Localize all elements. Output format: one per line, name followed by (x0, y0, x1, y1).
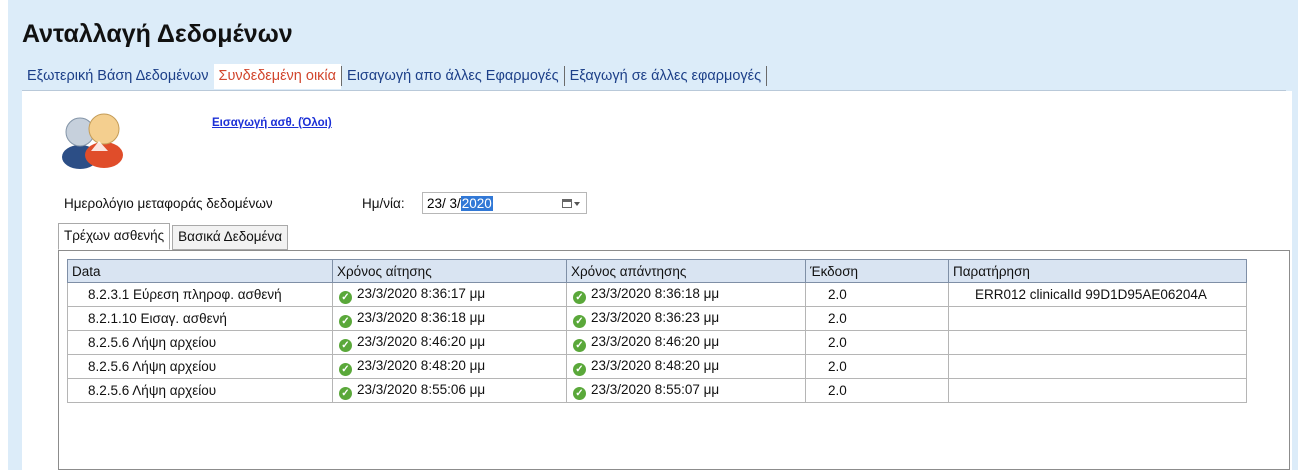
request-time-text: 23/3/2020 8:36:17 μμ (357, 285, 486, 301)
data-exchange-panel: Ανταλλαγή Δεδομένων Εξωτερική Βάση Δεδομ… (8, 0, 1298, 470)
response-time-text: 23/3/2020 8:55:07 μμ (591, 381, 720, 397)
column-header-request-time[interactable]: Χρόνος αίτησης (332, 259, 567, 283)
column-header-remark[interactable]: Παρατήρηση (948, 259, 1247, 283)
main-tabs: Εξωτερική Βάση Δεδομένων Συνδεδεμένη οικ… (22, 62, 1286, 91)
tab-divider (766, 66, 768, 86)
cell-data: 8.2.5.6 Λήψη αρχείου (67, 378, 333, 403)
cell-version: 2.0 (805, 330, 949, 355)
cell-response-time: ✓ 23/3/2020 8:55:07 μμ (566, 378, 806, 403)
date-day-month: 23/ 3/ (427, 195, 461, 211)
table-row[interactable]: 8.2.5.6 Λήψη αρχείου ✓ 23/3/2020 8:55:06 … (67, 378, 1247, 403)
cell-version: 2.0 (805, 354, 949, 379)
cell-remark (948, 378, 1247, 403)
check-circle-icon: ✓ (339, 362, 352, 376)
subtab-basic-data[interactable]: Βασικά Δεδομένα (172, 225, 289, 250)
cell-response-time: ✓ 23/3/2020 8:46:20 μμ (566, 330, 806, 355)
cell-remark: ERR012 clinicalId 99D1D95AE06204A (948, 282, 1247, 307)
date-label: Ημ/νία: (362, 196, 405, 211)
column-header-response-time[interactable]: Χρόνος απάντησης (566, 259, 806, 283)
table-header-row: Data Χρόνος αίτησης Χρόνος απάντησης Έκδ… (67, 259, 1247, 283)
transfer-log-table: Data Χρόνος αίτησης Χρόνος απάντησης Έκδ… (67, 259, 1247, 403)
users-icon (62, 113, 123, 169)
cell-data: 8.2.5.6 Λήψη αρχείου (67, 330, 333, 355)
column-header-version[interactable]: Έκδοση (805, 259, 949, 283)
cell-data: 8.2.3.1 Εύρεση πληροφ. ασθενή (67, 282, 333, 307)
cell-version: 2.0 (805, 306, 949, 331)
column-header-data[interactable]: Data (67, 259, 333, 283)
check-circle-icon: ✓ (573, 290, 586, 304)
response-time-text: 23/3/2020 8:36:18 μμ (591, 285, 720, 301)
cell-remark (948, 330, 1247, 355)
check-circle-icon: ✓ (573, 362, 586, 376)
cell-version: 2.0 (805, 378, 949, 403)
cell-response-time: ✓ 23/3/2020 8:36:18 μμ (566, 282, 806, 307)
page-title: Ανταλλαγή Δεδομένων (22, 20, 293, 48)
tab-export-other-apps[interactable]: Εξαγωγή σε άλλες εφαρμογές (565, 64, 767, 89)
cell-request-time: ✓ 23/3/2020 8:36:17 μμ (332, 282, 567, 307)
cell-remark (948, 354, 1247, 379)
cell-data: 8.2.5.6 Λήψη αρχείου (67, 354, 333, 379)
tab-connected-home[interactable]: Συνδεδεμένη οικία (213, 63, 342, 89)
calendar-icon (562, 199, 572, 208)
cell-response-time: ✓ 23/3/2020 8:36:23 μμ (566, 306, 806, 331)
table-row[interactable]: 8.2.5.6 Λήψη αρχείου ✓ 23/3/2020 8:48:20 … (67, 354, 1247, 379)
log-table-frame: Data Χρόνος αίτησης Χρόνος απάντησης Έκδ… (58, 250, 1290, 470)
cell-request-time: ✓ 23/3/2020 8:36:18 μμ (332, 306, 567, 331)
cell-request-time: ✓ 23/3/2020 8:46:20 μμ (332, 330, 567, 355)
cell-request-time: ✓ 23/3/2020 8:48:20 μμ (332, 354, 567, 379)
calendar-dropdown-icon[interactable] (560, 196, 582, 211)
date-picker-field[interactable]: 23/ 3/2020 (422, 192, 587, 214)
cell-remark (948, 306, 1247, 331)
request-time-text: 23/3/2020 8:36:18 μμ (357, 309, 486, 325)
table-row[interactable]: 8.2.5.6 Λήψη αρχείου ✓ 23/3/2020 8:46:20 … (67, 330, 1247, 355)
request-time-text: 23/3/2020 8:46:20 μμ (357, 333, 486, 349)
cell-version: 2.0 (805, 282, 949, 307)
tab-import-other-apps[interactable]: Εισαγωγή απο άλλες Εφαρμογές (342, 64, 564, 89)
check-circle-icon: ✓ (573, 338, 586, 352)
import-patients-link[interactable]: Εισαγωγή ασθ. (Όλοι) (212, 117, 332, 129)
cell-data: 8.2.1.10 Εισαγ. ασθενή (67, 306, 333, 331)
request-time-text: 23/3/2020 8:48:20 μμ (357, 357, 486, 373)
tab-content: Εισαγωγή ασθ. (Όλοι) Ημερολόγιο μεταφορά… (22, 91, 1292, 470)
response-time-text: 23/3/2020 8:36:23 μμ (591, 309, 720, 325)
response-time-text: 23/3/2020 8:46:20 μμ (591, 333, 720, 349)
request-time-text: 23/3/2020 8:55:06 μμ (357, 381, 486, 397)
check-circle-icon: ✓ (339, 338, 352, 352)
table-row[interactable]: 8.2.1.10 Εισαγ. ασθενή ✓ 23/3/2020 8:36:1… (67, 306, 1247, 331)
check-circle-icon: ✓ (573, 314, 586, 328)
subtab-current-patient[interactable]: Τρέχων ασθενής (58, 223, 171, 250)
log-subtabs: Τρέχων ασθενής Βασικά Δεδομένα (58, 223, 290, 250)
table-row[interactable]: 8.2.3.1 Εύρεση πληροφ. ασθενή ✓ 23/3/2020… (67, 282, 1247, 307)
check-circle-icon: ✓ (573, 386, 586, 400)
cell-request-time: ✓ 23/3/2020 8:55:06 μμ (332, 378, 567, 403)
response-time-text: 23/3/2020 8:48:20 μμ (591, 357, 720, 373)
cell-response-time: ✓ 23/3/2020 8:48:20 μμ (566, 354, 806, 379)
check-circle-icon: ✓ (339, 314, 352, 328)
transfer-log-label: Ημερολόγιο μεταφοράς δεδομένων (64, 196, 273, 211)
check-circle-icon: ✓ (339, 386, 352, 400)
date-year-selected: 2020 (460, 195, 493, 211)
tab-external-database[interactable]: Εξωτερική Βάση Δεδομένων (22, 64, 214, 89)
check-circle-icon: ✓ (339, 290, 352, 304)
chevron-down-icon (574, 201, 580, 206)
